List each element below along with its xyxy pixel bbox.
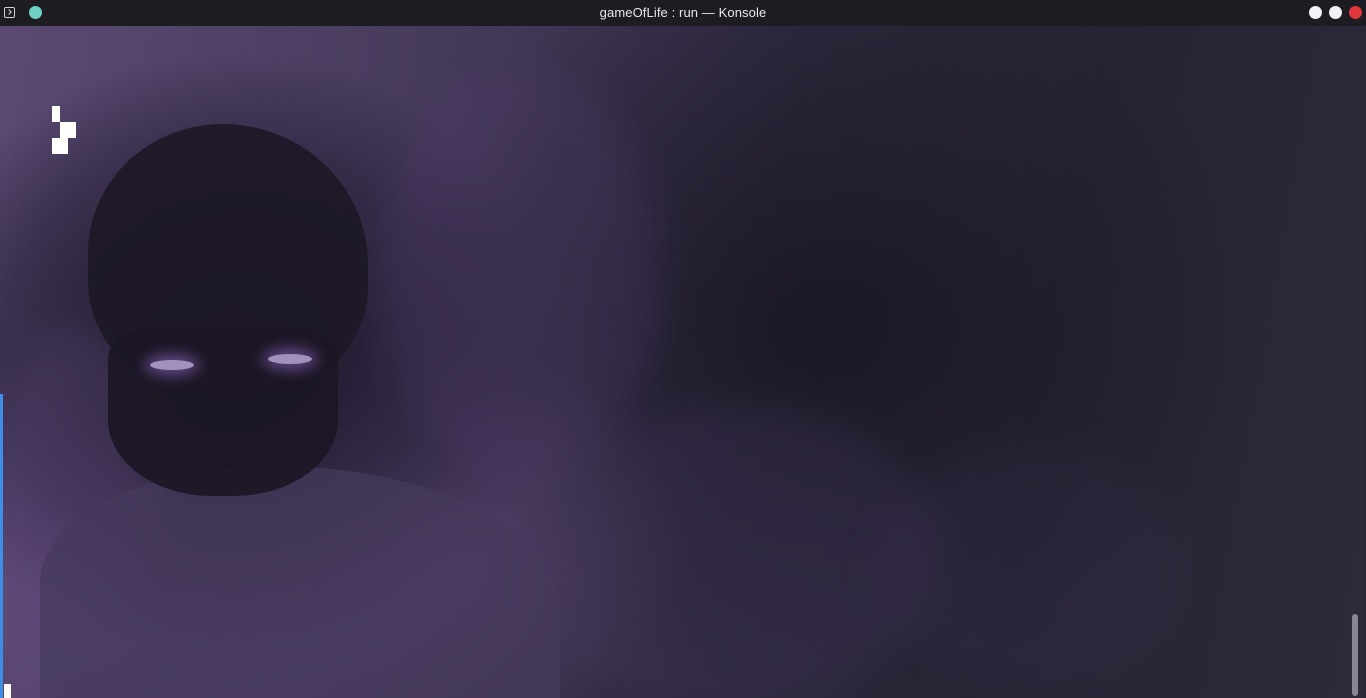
wallpaper-eye-left (150, 360, 194, 370)
window-controls (1309, 6, 1362, 19)
minimize-button[interactable] (1309, 6, 1322, 19)
scroll-indicator (0, 394, 3, 698)
wallpaper-figure-body (40, 466, 560, 698)
wallpaper-eye-right (268, 354, 312, 364)
live-cell (52, 106, 60, 122)
vertical-scrollbar[interactable] (1352, 26, 1358, 698)
konsole-window: gameOfLife : run — Konsole (0, 0, 1366, 698)
live-cell (60, 122, 76, 138)
window-title: gameOfLife : run — Konsole (599, 5, 767, 20)
title-bar[interactable]: gameOfLife : run — Konsole (0, 0, 1366, 26)
wallpaper-figure-face (108, 326, 338, 496)
scrollbar-thumb[interactable] (1352, 614, 1358, 696)
maximize-button[interactable] (1329, 6, 1342, 19)
background-smoke (520, 406, 940, 698)
close-button[interactable] (1349, 6, 1362, 19)
terminal-cursor (4, 684, 11, 698)
background-smoke (880, 446, 1180, 696)
terminal-view[interactable] (0, 26, 1366, 698)
live-cell (52, 138, 68, 154)
background-smoke (380, 66, 660, 486)
